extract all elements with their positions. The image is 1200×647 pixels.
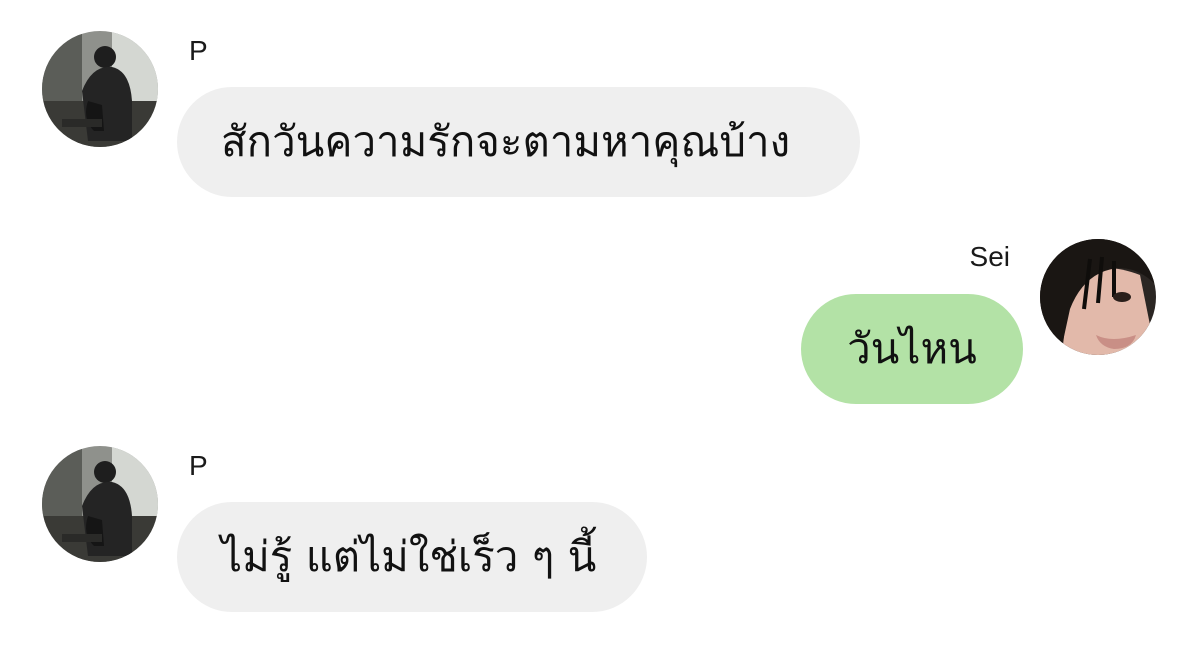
sender-name: P xyxy=(189,450,208,481)
sender-name: P xyxy=(189,35,208,66)
avatar-sei-photo xyxy=(1040,239,1156,355)
message-text: วันไหน xyxy=(847,324,977,373)
sender-name: Sei xyxy=(969,241,1010,272)
message-bubble-incoming[interactable]: สักวันความรักจะตามหาคุณบ้าง xyxy=(177,87,860,197)
message-text: ไม่รู้ แต่ไม่ใช่เร็ว ๆ นี้ xyxy=(221,532,597,581)
avatar-p-photo xyxy=(42,31,158,147)
message-bubble-outgoing[interactable]: วันไหน xyxy=(801,294,1023,404)
message-bubble-incoming[interactable]: ไม่รู้ แต่ไม่ใช่เร็ว ๆ นี้ xyxy=(177,502,647,612)
avatar-p[interactable] xyxy=(42,446,158,562)
avatar-sei[interactable] xyxy=(1040,239,1156,355)
avatar-p-photo xyxy=(42,446,158,562)
avatar-p[interactable] xyxy=(42,31,158,147)
message-text: สักวันความรักจะตามหาคุณบ้าง xyxy=(221,117,791,166)
